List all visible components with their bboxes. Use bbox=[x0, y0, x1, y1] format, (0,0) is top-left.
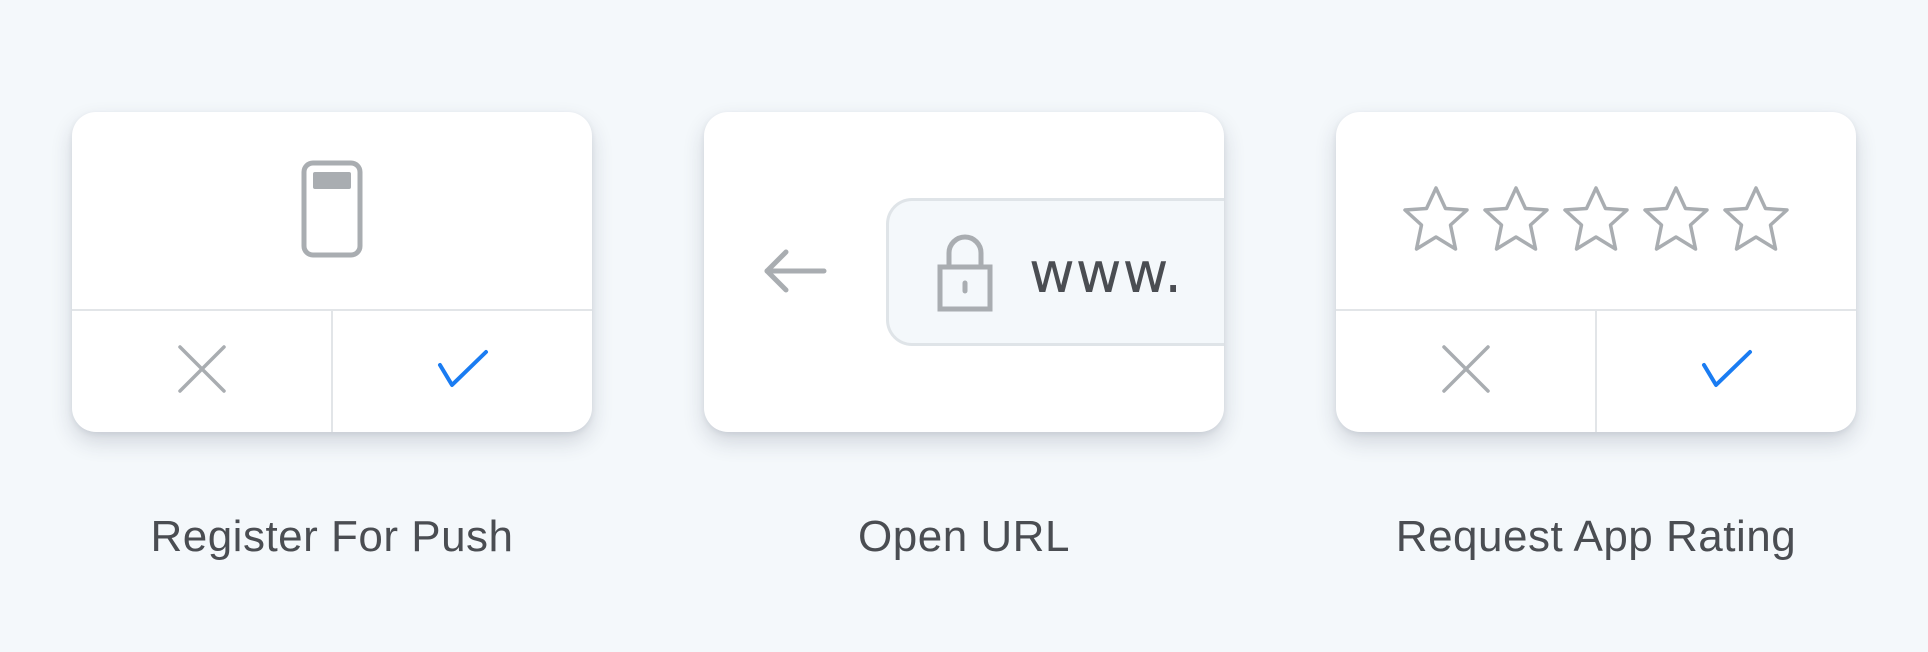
url-bar: www. bbox=[886, 198, 1224, 346]
register-push-label: Register For Push bbox=[150, 512, 514, 561]
app-rating-label: Request App Rating bbox=[1395, 512, 1797, 561]
star-outline-icon[interactable] bbox=[1561, 185, 1631, 258]
rating-actions bbox=[1336, 309, 1856, 432]
checkmark-icon bbox=[437, 349, 489, 394]
close-icon bbox=[1441, 344, 1491, 399]
confirm-button[interactable] bbox=[333, 311, 592, 432]
open-url-card: www. bbox=[704, 112, 1224, 432]
star-outline-icon[interactable] bbox=[1641, 185, 1711, 258]
push-preview bbox=[72, 112, 592, 310]
action-gallery: Register For Push www. Open URL Request … bbox=[0, 0, 1928, 652]
cancel-button[interactable] bbox=[72, 311, 333, 432]
cancel-button[interactable] bbox=[1336, 311, 1597, 432]
lock-icon bbox=[937, 229, 993, 318]
star-rating bbox=[1401, 185, 1791, 258]
rating-preview bbox=[1336, 112, 1856, 310]
app-rating-card bbox=[1336, 112, 1856, 432]
push-actions bbox=[72, 309, 592, 432]
star-outline-icon[interactable] bbox=[1481, 185, 1551, 258]
star-outline-icon[interactable] bbox=[1401, 185, 1471, 258]
open-url-label: Open URL bbox=[858, 512, 1070, 561]
close-icon bbox=[177, 344, 227, 399]
register-push-card bbox=[72, 112, 592, 432]
star-outline-icon[interactable] bbox=[1721, 185, 1791, 258]
phone-icon bbox=[301, 160, 363, 263]
checkmark-icon bbox=[1701, 349, 1753, 394]
back-arrow-icon bbox=[762, 248, 828, 299]
confirm-button[interactable] bbox=[1597, 311, 1856, 432]
url-text: www. bbox=[1029, 241, 1184, 306]
